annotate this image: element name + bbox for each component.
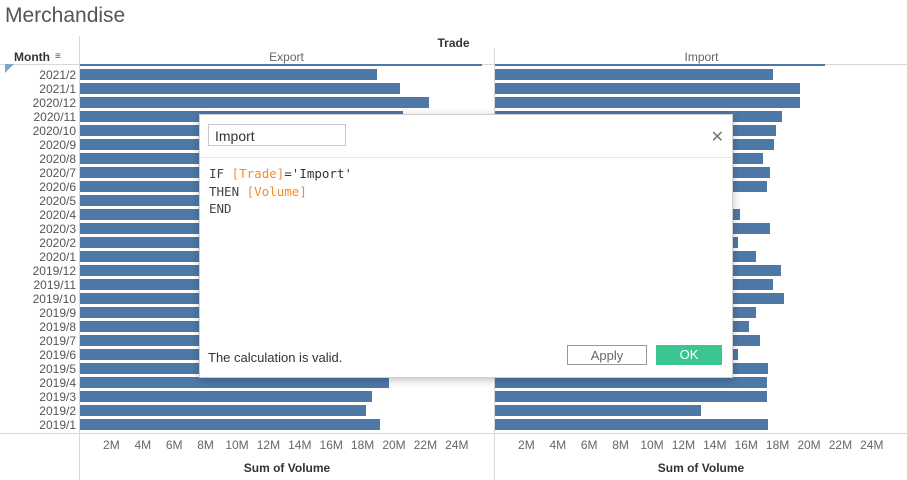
axis-tick-label: 6M: [580, 438, 598, 452]
month-label[interactable]: 2019/1: [39, 418, 76, 432]
month-label[interactable]: 2020/11: [34, 110, 77, 124]
axis-tick-label: 16M: [319, 438, 343, 452]
code-text: ='Import': [284, 166, 353, 181]
close-icon[interactable]: ✕: [711, 127, 724, 147]
month-label[interactable]: 2019/9: [39, 306, 76, 320]
month-label[interactable]: 2019/4: [39, 376, 76, 390]
axis-tick-label: 4M: [549, 438, 567, 452]
import-pane-title[interactable]: Import: [495, 50, 907, 64]
apply-button[interactable]: Apply: [567, 345, 647, 365]
month-label[interactable]: 2021/1: [39, 82, 76, 96]
axis-tick-label: 22M: [413, 438, 438, 452]
axis-tick-label: 20M: [382, 438, 406, 452]
month-labels: 2021/2 2021/1 2020/12 2020/11 2020/10 2020/9 2…: [0, 0, 76, 480]
bar-import-2021-2[interactable]: [495, 69, 773, 80]
bar-import-2021-1[interactable]: [495, 83, 800, 94]
calculation-name-input[interactable]: Import: [208, 124, 346, 146]
trade-column-header[interactable]: Trade: [0, 36, 907, 50]
bar-export-2021-3[interactable]: [80, 64, 482, 66]
axis-tick-label: 22M: [828, 438, 853, 452]
axis-tick-label: 2M: [518, 438, 535, 452]
code-line: THEN [Volume]: [209, 183, 352, 201]
import-axis-ticks: 2M 4M 6M 8M 10M 12M 14M 16M 18M 20M 22M 24M: [495, 438, 907, 454]
month-label[interactable]: 2020/12: [33, 96, 76, 110]
axis-divider: [0, 433, 907, 434]
axis-tick-label: 10M: [225, 438, 249, 452]
bar-export-2019-2[interactable]: [80, 405, 366, 416]
export-axis-title: Sum of Volume: [243, 461, 331, 475]
axis-tick-label: 12M: [671, 438, 696, 452]
ok-button[interactable]: OK: [656, 345, 722, 365]
calculation-editor-dialog: Import ✕ IF [Trade]='Import' THEN [Volum…: [199, 114, 733, 378]
code-keyword: IF: [209, 166, 225, 181]
axis-tick-label: 24M: [860, 438, 884, 452]
bar-import-2019-2[interactable]: [495, 405, 701, 416]
month-label[interactable]: 2020/3: [39, 222, 76, 236]
axis-tick-label: 2M: [103, 438, 120, 452]
axis-tick-label: 10M: [640, 438, 664, 452]
month-label[interactable]: 2019/8: [39, 320, 76, 334]
code-line: IF [Trade]='Import': [209, 165, 352, 183]
month-label[interactable]: 2019/12: [33, 264, 76, 278]
month-label[interactable]: 2019/3: [39, 390, 76, 404]
code-keyword: END: [209, 201, 232, 216]
bar-export-2021-2[interactable]: [80, 69, 377, 80]
code-keyword: THEN: [209, 183, 240, 199]
month-label[interactable]: 2020/6: [39, 180, 76, 194]
dialog-divider: [200, 157, 732, 158]
bar-import-2019-3[interactable]: [495, 391, 767, 402]
formula-editor[interactable]: IF [Trade]='Import' THEN [Volume] END: [209, 165, 352, 218]
month-label[interactable]: 2019/2: [39, 404, 76, 418]
bar-export-2019-1[interactable]: [80, 419, 380, 430]
month-label[interactable]: 2020/10: [33, 124, 76, 138]
month-label[interactable]: 2020/5: [39, 194, 76, 208]
bar-export-2021-1[interactable]: [80, 83, 401, 94]
month-label[interactable]: 2019/7: [39, 334, 76, 348]
validation-status: The calculation is valid.: [208, 350, 343, 365]
bar-import-2020-12[interactable]: [495, 97, 800, 108]
month-label[interactable]: 2019/10: [33, 292, 76, 306]
code-field: [Volume]: [246, 183, 307, 199]
axis-tick-label: 14M: [703, 438, 727, 452]
bar-export-2019-4[interactable]: [80, 377, 390, 388]
axis-tick-label: 8M: [197, 438, 214, 452]
month-label[interactable]: 2019/11: [34, 278, 77, 292]
axis-tick-label: 18M: [765, 438, 790, 452]
axis-tick-label: 18M: [350, 438, 375, 452]
bar-export-2020-12[interactable]: [80, 97, 429, 108]
month-label[interactable]: 2020/7: [39, 166, 76, 180]
bar-import-2019-1[interactable]: [495, 419, 769, 430]
bar-import-2021-3[interactable]: [495, 64, 825, 66]
axis-tick-label: 12M: [256, 438, 281, 452]
month-label[interactable]: 2020/8: [39, 152, 76, 166]
month-label[interactable]: 2020/4: [39, 208, 76, 222]
month-label[interactable]: 2020/1: [39, 250, 76, 264]
import-axis-title: Sum of Volume: [657, 461, 745, 475]
axis-tick-label: 6M: [165, 438, 183, 452]
month-label[interactable]: 2021/2: [39, 68, 76, 82]
month-label[interactable]: 2019/6: [39, 348, 76, 362]
export-pane-title[interactable]: Export: [80, 50, 493, 64]
month-label[interactable]: 2020/2: [39, 236, 76, 250]
code-field: [Trade]: [231, 166, 285, 181]
axis-tick-label: 8M: [612, 438, 629, 452]
month-label[interactable]: 2019/5: [39, 362, 76, 376]
month-label[interactable]: 2020/9: [39, 138, 76, 152]
axis-tick-label: 20M: [797, 438, 821, 452]
axis-tick-label: 16M: [734, 438, 758, 452]
bar-export-2019-3[interactable]: [80, 391, 373, 402]
bar-import-2019-4[interactable]: [495, 377, 767, 388]
axis-tick-label: 24M: [445, 438, 469, 452]
export-axis-ticks: 2M 4M 6M 8M 10M 12M 14M 16M 18M 20M 22M 24M: [80, 438, 494, 454]
code-line: END: [209, 200, 352, 218]
axis-tick-label: 14M: [288, 438, 312, 452]
axis-tick-label: 4M: [134, 438, 152, 452]
